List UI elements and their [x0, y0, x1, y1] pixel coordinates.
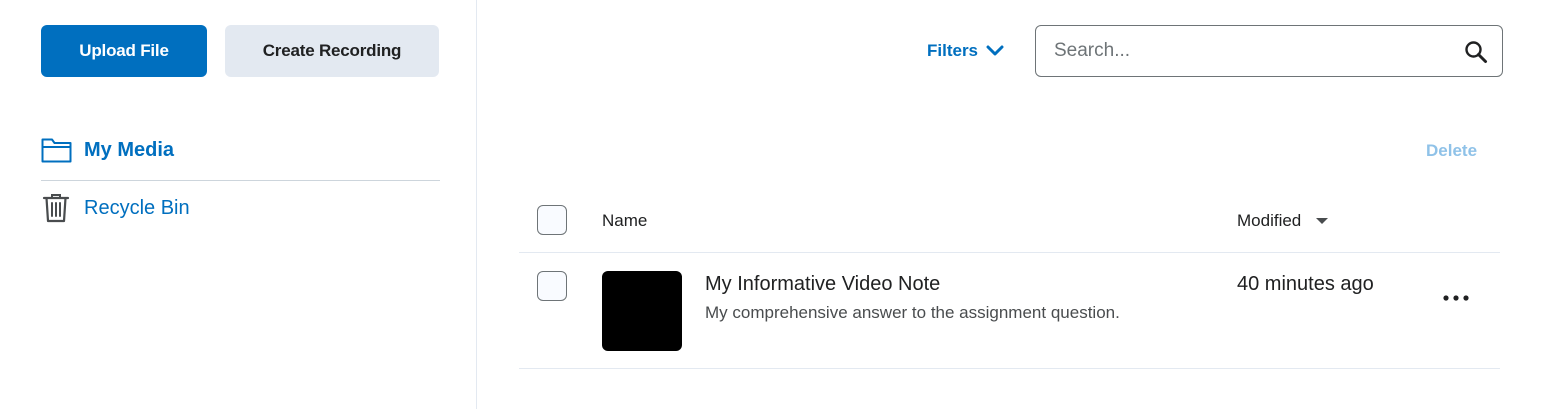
sidebar-divider: [41, 180, 440, 181]
more-options-button[interactable]: [1440, 289, 1472, 305]
more-horizontal-icon: [1443, 288, 1469, 306]
table-row-divider: [519, 368, 1500, 369]
search-box: [1035, 25, 1503, 77]
row-checkbox[interactable]: [537, 271, 567, 301]
media-title[interactable]: My Informative Video Note: [705, 273, 940, 296]
delete-button[interactable]: Delete: [1426, 141, 1477, 161]
media-library-page: Upload File Create Recording My Media Re…: [0, 0, 1548, 409]
create-recording-button[interactable]: Create Recording: [225, 25, 439, 77]
search-input[interactable]: [1036, 27, 1436, 75]
sidebar: Upload File Create Recording My Media Re…: [0, 0, 477, 409]
sidebar-item-label: Recycle Bin: [84, 196, 190, 219]
sidebar-item-label: My Media: [84, 138, 175, 161]
select-all-checkbox[interactable]: [537, 205, 567, 235]
trash-icon: [41, 192, 73, 224]
column-header-modified[interactable]: Modified: [1237, 211, 1329, 231]
upload-file-button[interactable]: Upload File: [41, 25, 207, 77]
sidebar-item-my-media[interactable]: My Media: [41, 128, 440, 172]
sort-descending-icon: [1315, 217, 1329, 225]
search-icon[interactable]: [1464, 40, 1488, 64]
video-thumbnail[interactable]: [602, 271, 682, 351]
column-header-name[interactable]: Name: [602, 211, 647, 231]
folder-icon: [41, 134, 73, 166]
table-header-divider: [519, 252, 1500, 253]
chevron-down-icon: [986, 45, 1004, 57]
media-description: My comprehensive answer to the assignmen…: [705, 303, 1120, 322]
filters-label: Filters: [927, 41, 979, 60]
filters-dropdown[interactable]: Filters: [927, 34, 1004, 68]
column-header-label: Modified: [1237, 211, 1302, 230]
sidebar-item-recycle-bin[interactable]: Recycle Bin: [41, 186, 440, 230]
media-modified-time: 40 minutes ago: [1237, 273, 1374, 295]
